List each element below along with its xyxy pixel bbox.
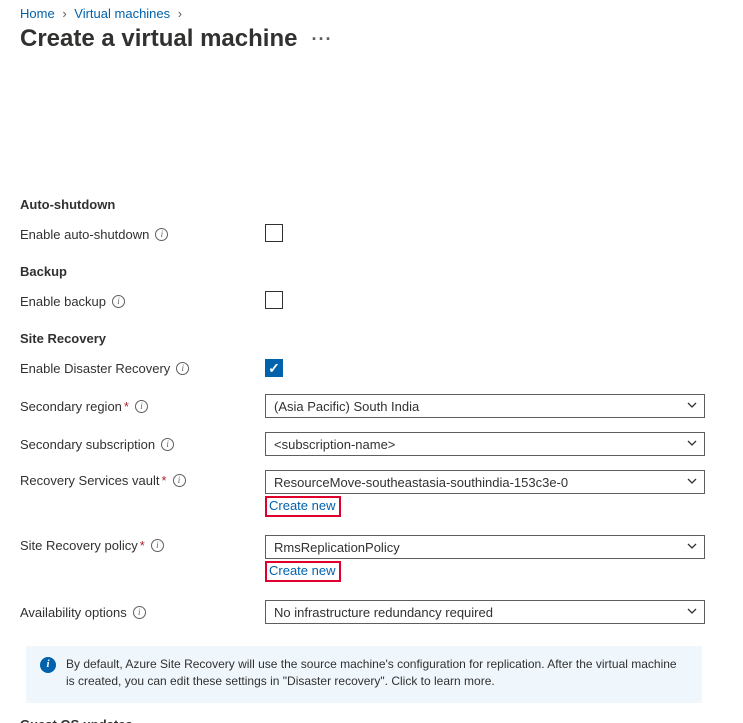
enable-auto-shutdown-checkbox[interactable] <box>265 224 283 242</box>
section-backup: Backup <box>20 264 743 279</box>
secondary-subscription-label: Secondary subscription <box>20 437 155 452</box>
info-icon[interactable]: i <box>151 539 164 552</box>
chevron-down-icon <box>686 540 698 555</box>
chevron-down-icon <box>686 399 698 414</box>
required-icon: * <box>140 538 145 553</box>
chevron-down-icon <box>686 475 698 490</box>
recovery-vault-select[interactable]: ResourceMove-southeastasia-southindia-15… <box>265 470 705 494</box>
breadcrumb-home[interactable]: Home <box>20 6 55 21</box>
highlight-policy-create-new: Create new <box>265 561 341 582</box>
breadcrumb-vms[interactable]: Virtual machines <box>74 6 170 21</box>
info-banner[interactable]: i By default, Azure Site Recovery will u… <box>26 646 702 703</box>
availability-options-value: No infrastructure redundancy required <box>274 605 493 620</box>
availability-options-select[interactable]: No infrastructure redundancy required <box>265 600 705 624</box>
enable-backup-checkbox[interactable] <box>265 291 283 309</box>
site-recovery-policy-label: Site Recovery policy <box>20 538 138 553</box>
section-auto-shutdown: Auto-shutdown <box>20 197 743 212</box>
enable-dr-checkbox[interactable] <box>265 359 283 377</box>
section-guest-os-partial: Guest OS updates <box>20 717 743 723</box>
info-icon[interactable]: i <box>161 438 174 451</box>
info-icon[interactable]: i <box>112 295 125 308</box>
recovery-vault-value: ResourceMove-southeastasia-southindia-15… <box>274 475 568 490</box>
chevron-down-icon <box>686 605 698 620</box>
availability-options-label: Availability options <box>20 605 127 620</box>
page-title-row: Create a virtual machine ··· <box>20 25 743 53</box>
enable-dr-label: Enable Disaster Recovery <box>20 361 170 376</box>
info-filled-icon: i <box>40 657 56 673</box>
breadcrumb: Home › Virtual machines › <box>20 6 743 21</box>
info-icon[interactable]: i <box>135 400 148 413</box>
chevron-down-icon <box>686 437 698 452</box>
policy-create-new-link[interactable]: Create new <box>269 563 335 579</box>
info-icon[interactable]: i <box>155 228 168 241</box>
secondary-region-label: Secondary region <box>20 399 122 414</box>
secondary-region-value: (Asia Pacific) South India <box>274 399 419 414</box>
site-recovery-policy-value: RmsReplicationPolicy <box>274 540 400 555</box>
highlight-vault-create-new: Create new <box>265 496 341 517</box>
required-icon: * <box>161 473 166 488</box>
vault-create-new-link[interactable]: Create new <box>269 498 335 514</box>
page-title: Create a virtual machine <box>20 25 297 53</box>
secondary-region-select[interactable]: (Asia Pacific) South India <box>265 394 705 418</box>
required-icon: * <box>124 399 129 414</box>
enable-auto-shutdown-label: Enable auto-shutdown <box>20 227 149 242</box>
secondary-subscription-value: <subscription-name> <box>274 437 395 452</box>
site-recovery-policy-select[interactable]: RmsReplicationPolicy <box>265 535 705 559</box>
enable-backup-label: Enable backup <box>20 294 106 309</box>
chevron-right-icon: › <box>178 6 182 21</box>
more-actions-icon[interactable]: ··· <box>311 30 332 48</box>
info-icon[interactable]: i <box>133 606 146 619</box>
info-icon[interactable]: i <box>176 362 189 375</box>
section-site-recovery: Site Recovery <box>20 331 743 346</box>
recovery-vault-label: Recovery Services vault <box>20 473 159 488</box>
info-icon[interactable]: i <box>173 474 186 487</box>
chevron-right-icon: › <box>62 6 66 21</box>
info-banner-text: By default, Azure Site Recovery will use… <box>66 656 688 691</box>
secondary-subscription-select[interactable]: <subscription-name> <box>265 432 705 456</box>
